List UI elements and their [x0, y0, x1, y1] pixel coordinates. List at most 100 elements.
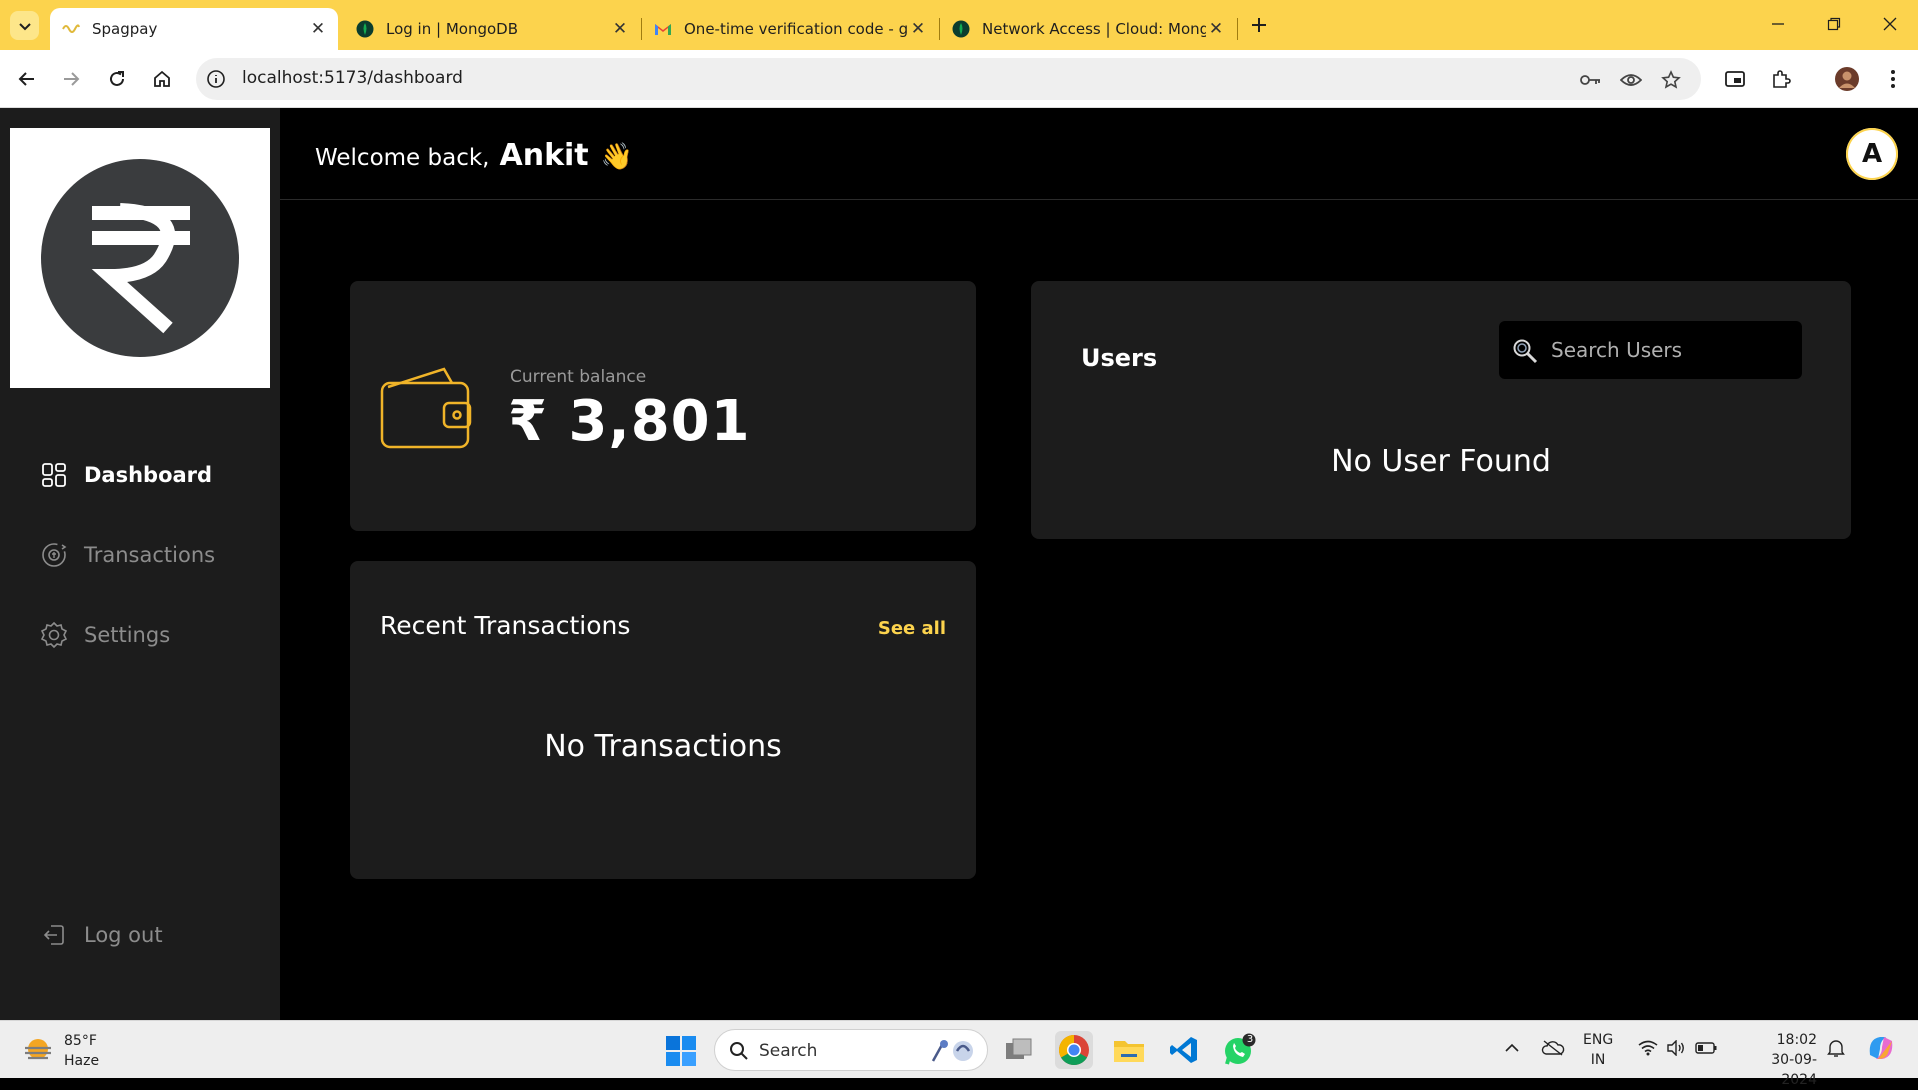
user-search-box[interactable]	[1499, 321, 1802, 379]
balance-label: Current balance	[510, 367, 647, 387]
search-icon	[1513, 339, 1538, 364]
close-icon[interactable]: ✕	[908, 19, 928, 39]
app-root: Dashboard Transactions Settings Log out …	[0, 108, 1918, 1020]
weather-temperature: 85°F	[64, 1033, 97, 1049]
sidebar-item-label: Dashboard	[84, 463, 213, 487]
sidebar-item-transactions[interactable]: Transactions	[40, 537, 215, 573]
app-logo[interactable]	[10, 128, 270, 388]
app-header: Welcome back, Ankit 👋 A	[280, 108, 1918, 200]
users-heading: Users	[1081, 344, 1158, 372]
tab-mongodb-login[interactable]: Log in | MongoDB ✕	[344, 8, 640, 50]
copilot-icon[interactable]	[1864, 1031, 1898, 1065]
wallet-icon	[380, 367, 472, 449]
search-highlight-icon	[931, 1040, 973, 1062]
recent-transactions-card: Recent Transactions See all No Transacti…	[350, 561, 976, 879]
address-bar[interactable]: localhost:5173/dashboard	[196, 58, 1701, 100]
settings-gear-icon	[40, 621, 68, 649]
profile-avatar[interactable]	[1832, 64, 1862, 94]
restore-button[interactable]	[1814, 10, 1854, 38]
welcome-prefix: Welcome back,	[315, 145, 490, 171]
task-view-icon[interactable]	[1000, 1031, 1038, 1069]
sidebar-item-settings[interactable]: Settings	[40, 617, 170, 653]
sidebar-item-label: Transactions	[84, 543, 216, 567]
volume-icon[interactable]	[1664, 1033, 1688, 1063]
balance-card: Current balance ₹ 3,801	[350, 281, 976, 531]
welcome-message: Welcome back, Ankit 👋	[315, 138, 633, 173]
windows-taskbar: 85°F Haze Search 3 ENG IN 18:02 30-09-20…	[0, 1020, 1918, 1088]
file-explorer-icon[interactable]	[1110, 1031, 1148, 1069]
notification-bell-icon[interactable]	[1825, 1033, 1847, 1063]
tab-title: Log in | MongoDB	[386, 20, 518, 38]
haze-weather-icon	[25, 1039, 51, 1060]
tab-spagpay[interactable]: Spagpay ✕	[50, 8, 338, 50]
new-tab-button[interactable]	[1246, 12, 1272, 38]
home-button[interactable]	[147, 64, 177, 94]
sidebar: Dashboard Transactions Settings Log out	[0, 108, 280, 1020]
bookmark-star-icon[interactable]	[1658, 67, 1684, 93]
forward-button[interactable]	[56, 64, 86, 94]
tab-title: One-time verification code - gu	[684, 20, 908, 38]
restore-icon	[1827, 17, 1841, 31]
reload-button[interactable]	[102, 64, 132, 94]
wifi-icon[interactable]	[1636, 1033, 1660, 1063]
recent-transactions-heading: Recent Transactions	[380, 611, 631, 640]
logout-label: Log out	[84, 923, 163, 947]
mongodb-leaf-icon	[356, 20, 374, 38]
tab-mongodb-network[interactable]: Network Access | Cloud: Mongo ✕	[940, 8, 1236, 50]
picture-in-picture-icon[interactable]	[1720, 64, 1750, 94]
region-code: IN	[1590, 1052, 1606, 1068]
whatsapp-badge: 3	[1246, 1034, 1254, 1045]
onedrive-offline-icon[interactable]	[1540, 1033, 1566, 1063]
gmail-icon	[654, 20, 672, 38]
url-text[interactable]: localhost:5173/dashboard	[242, 68, 463, 88]
plus-icon	[1252, 18, 1266, 32]
tab-gmail[interactable]: One-time verification code - gu ✕	[642, 8, 938, 50]
close-icon	[1883, 17, 1897, 31]
more-menu-icon[interactable]	[1878, 64, 1908, 94]
weather-description: Haze	[64, 1053, 100, 1069]
waving-hand-icon: 👋	[600, 142, 634, 172]
language-code: ENG	[1583, 1032, 1614, 1048]
vscode-icon[interactable]	[1165, 1031, 1203, 1069]
close-icon[interactable]: ✕	[1206, 19, 1226, 39]
chevron-up-icon	[1505, 1043, 1519, 1052]
home-icon	[154, 70, 170, 87]
tab-search-button[interactable]	[10, 11, 39, 40]
weather-widget[interactable]: 85°F Haze	[22, 1031, 99, 1071]
minimize-icon	[1772, 23, 1784, 25]
system-clock[interactable]: 18:02 30-09-2024	[1737, 1030, 1817, 1090]
extensions-puzzle-icon[interactable]	[1766, 64, 1796, 94]
no-users-message: No User Found	[1331, 444, 1551, 479]
site-info-icon[interactable]	[204, 67, 228, 91]
close-icon[interactable]: ✕	[308, 19, 328, 39]
chrome-taskbar-icon[interactable]	[1055, 1031, 1093, 1069]
transactions-icon	[40, 541, 68, 569]
sidebar-item-dashboard[interactable]: Dashboard	[40, 457, 212, 493]
battery-icon[interactable]	[1694, 1033, 1718, 1063]
eye-icon[interactable]	[1618, 67, 1644, 93]
arrow-left-icon	[18, 72, 34, 86]
windows-start-icon[interactable]	[665, 1035, 697, 1067]
user-name: Ankit	[499, 138, 589, 173]
browser-tab-bar: Spagpay ✕ Log in | MongoDB ✕ One-time ve…	[0, 0, 1918, 50]
balance-amount: ₹ 3,801	[508, 389, 751, 454]
mongodb-leaf-icon	[952, 20, 970, 38]
tab-title: Spagpay	[92, 20, 158, 38]
browser-toolbar: localhost:5173/dashboard	[0, 50, 1918, 108]
search-icon	[730, 1042, 748, 1060]
minimize-button[interactable]	[1758, 10, 1798, 38]
taskbar-search-label: Search	[759, 1041, 818, 1061]
see-all-link[interactable]: See all	[878, 618, 946, 639]
user-avatar[interactable]: A	[1846, 128, 1898, 180]
taskbar-search[interactable]: Search	[714, 1029, 988, 1071]
password-key-icon[interactable]	[1578, 67, 1604, 93]
show-hidden-icons-button[interactable]	[1502, 1033, 1522, 1063]
language-indicator[interactable]: ENG IN	[1583, 1030, 1613, 1070]
arrow-right-icon	[64, 72, 80, 86]
back-button[interactable]	[12, 64, 42, 94]
search-users-input[interactable]	[1551, 333, 1791, 367]
logout-button[interactable]: Log out	[40, 917, 163, 953]
whatsapp-icon[interactable]: 3	[1220, 1031, 1258, 1069]
close-window-button[interactable]	[1870, 10, 1910, 38]
close-icon[interactable]: ✕	[610, 19, 630, 39]
